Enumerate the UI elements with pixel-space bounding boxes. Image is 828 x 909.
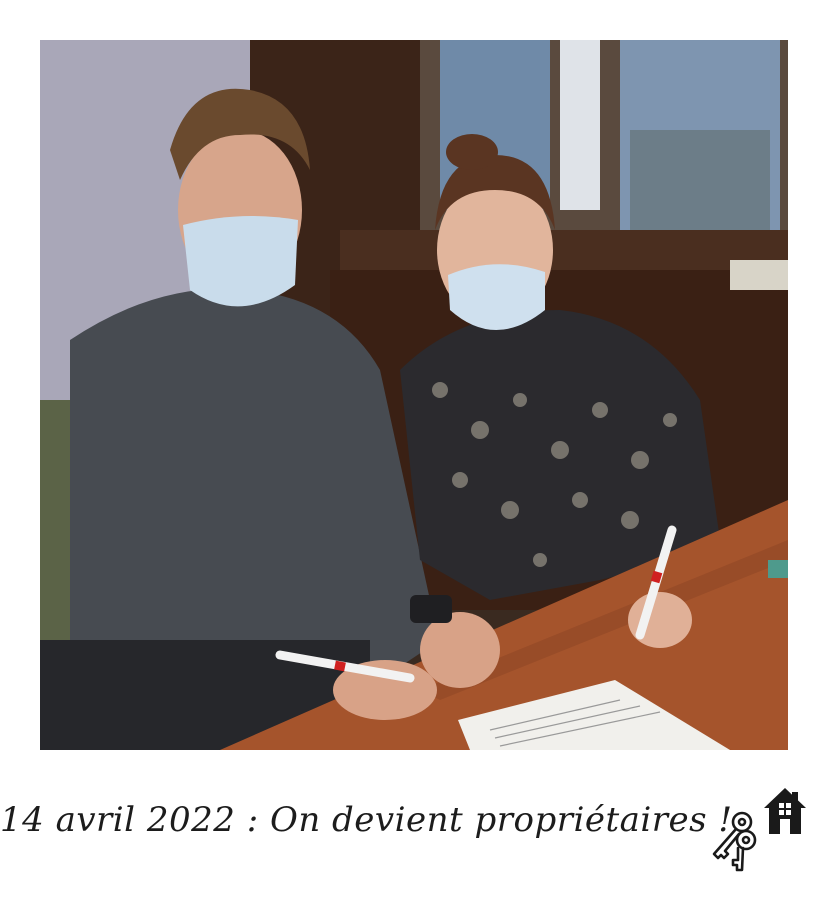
keys-icon: [702, 808, 758, 874]
house-icon: [762, 786, 808, 836]
polaroid-card: 14 avril 2022 : On devient propriétaires…: [0, 0, 828, 909]
photo: [40, 40, 788, 750]
caption-text: 14 avril 2022 : On devient propriétaires…: [0, 800, 733, 840]
